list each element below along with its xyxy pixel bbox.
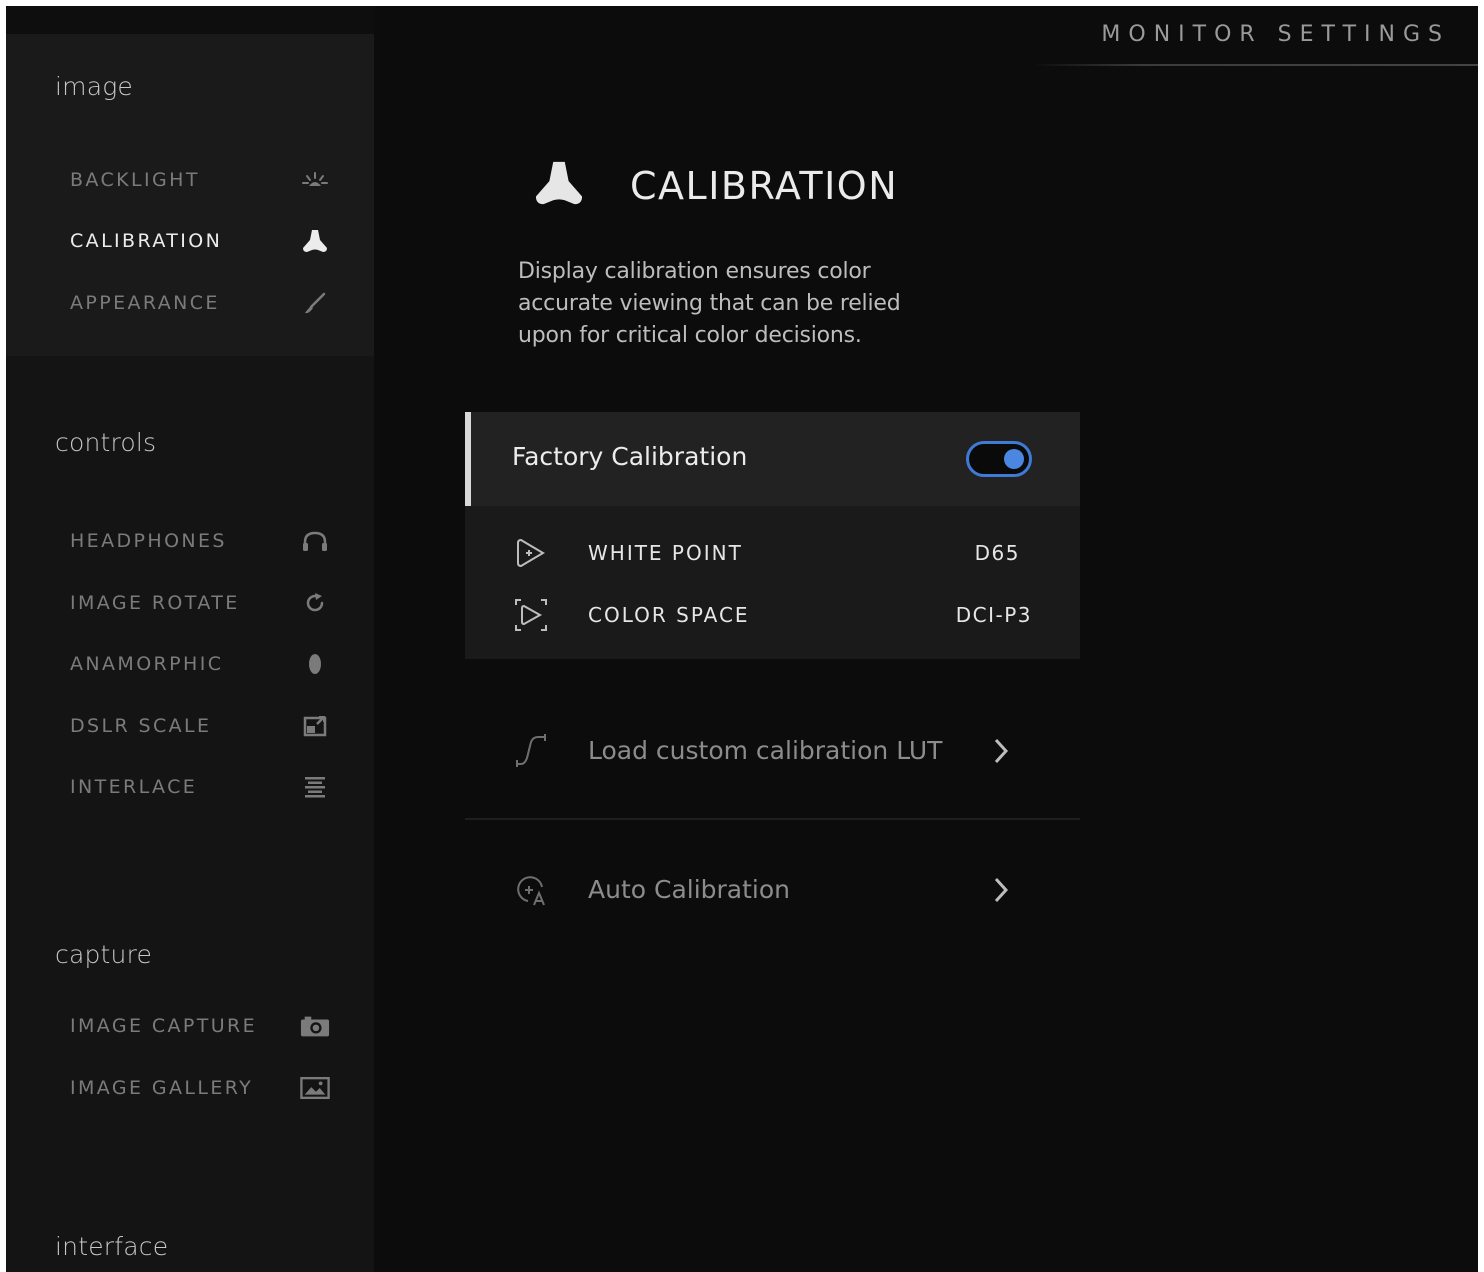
sidebar-item-headphones[interactable]: HEADPHONES <box>70 521 330 561</box>
brush-icon <box>300 288 330 318</box>
app-window: image BACKLIGHT CALIBRATION APPEARANCE c… <box>6 6 1478 1272</box>
sidebar-group-title-capture: capture <box>55 940 153 969</box>
color-space-icon <box>513 597 549 633</box>
auto-calibration-icon <box>513 872 549 908</box>
sidebar-item-label: CALIBRATION <box>70 230 223 252</box>
load-custom-lut-link[interactable]: Load custom calibration LUT <box>465 721 1080 781</box>
factory-calibration-toggle[interactable] <box>966 441 1032 477</box>
header-divider <box>1031 64 1478 66</box>
sidebar-item-label: BACKLIGHT <box>70 169 200 191</box>
chevron-right-icon <box>989 873 1013 907</box>
sidebar-item-image-capture[interactable]: IMAGE CAPTURE <box>70 1006 330 1046</box>
gallery-icon <box>300 1073 330 1103</box>
sidebar-item-dslr-scale[interactable]: DSLR SCALE <box>70 706 330 746</box>
sidebar-item-label: DSLR SCALE <box>70 715 212 737</box>
sidebar-item-image-rotate[interactable]: IMAGE ROTATE <box>70 583 330 623</box>
color-space-label: COLOR SPACE <box>588 603 750 627</box>
white-point-row[interactable]: WHITE POINT D65 <box>465 531 1080 575</box>
sidebar: image BACKLIGHT CALIBRATION APPEARANCE c… <box>6 6 374 1272</box>
factory-calibration-label: Factory Calibration <box>512 442 748 471</box>
sidebar-item-label: INTERLACE <box>70 776 198 798</box>
color-space-row[interactable]: COLOR SPACE DCI-P3 <box>465 593 1080 637</box>
sidebar-item-appearance[interactable]: APPEARANCE <box>70 283 330 323</box>
camera-icon <box>300 1011 330 1041</box>
selection-indicator <box>465 412 471 506</box>
sidebar-group-title-image: image <box>55 72 134 101</box>
chevron-right-icon <box>989 734 1013 768</box>
white-point-value: D65 <box>974 541 1020 565</box>
header-title: MONITOR SETTINGS <box>1101 22 1450 47</box>
load-custom-lut-label: Load custom calibration LUT <box>588 736 943 765</box>
sidebar-item-label: IMAGE ROTATE <box>70 592 240 614</box>
factory-calibration-details: WHITE POINT D65 COLOR SPACE DCI-P3 <box>465 506 1080 659</box>
sidebar-group-title-controls: controls <box>55 428 157 457</box>
sidebar-item-label: HEADPHONES <box>70 530 227 552</box>
factory-calibration-card: Factory Calibration <box>465 412 1080 506</box>
backlight-icon <box>300 165 330 195</box>
sidebar-item-anamorphic[interactable]: ANAMORPHIC <box>70 644 330 684</box>
auto-calibration-link[interactable]: Auto Calibration <box>465 860 1080 920</box>
page-description: Display calibration ensures color accura… <box>518 259 901 348</box>
sidebar-item-label: IMAGE GALLERY <box>70 1077 254 1099</box>
page-title: CALIBRATION <box>630 164 899 208</box>
sidebar-item-label: IMAGE CAPTURE <box>70 1015 258 1037</box>
interlace-icon <box>300 772 330 802</box>
sidebar-item-calibration[interactable]: CALIBRATION <box>70 221 330 261</box>
sidebar-item-image-gallery[interactable]: IMAGE GALLERY <box>70 1068 330 1108</box>
sidebar-item-interlace[interactable]: INTERLACE <box>70 767 330 807</box>
section-divider <box>465 818 1080 820</box>
sidebar-item-label: ANAMORPHIC <box>70 653 224 675</box>
sidebar-item-label: APPEARANCE <box>70 292 220 314</box>
white-point-label: WHITE POINT <box>588 541 743 565</box>
color-space-value: DCI-P3 <box>955 603 1032 627</box>
rotate-icon <box>300 588 330 618</box>
calibration-icon <box>534 158 584 208</box>
toggle-knob <box>1004 449 1024 469</box>
auto-calibration-label: Auto Calibration <box>588 875 791 904</box>
calibration-icon <box>300 226 330 256</box>
sidebar-group-title-interface: interface <box>55 1232 169 1261</box>
lut-curve-icon <box>513 733 549 769</box>
anamorphic-icon <box>300 649 330 679</box>
headphones-icon <box>300 526 330 556</box>
dslr-scale-icon <box>300 711 330 741</box>
sidebar-item-backlight[interactable]: BACKLIGHT <box>70 160 330 200</box>
sidebar-top-strip <box>6 6 374 34</box>
white-point-icon <box>513 535 549 571</box>
